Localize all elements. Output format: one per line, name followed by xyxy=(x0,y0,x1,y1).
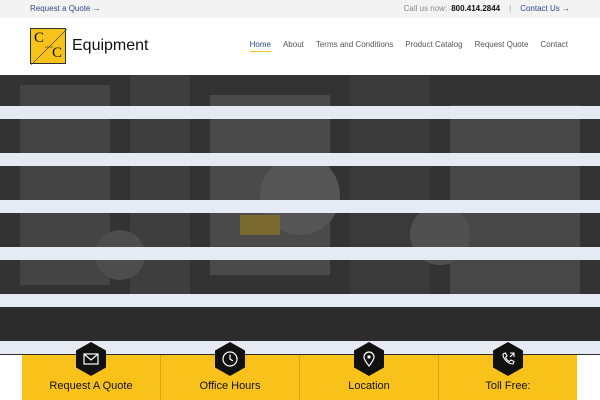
logo-letter-top: C xyxy=(34,30,45,46)
logo-name: Equipment xyxy=(72,37,149,54)
info-item-request-quote[interactable]: Request A Quote xyxy=(22,342,161,400)
request-quote-link[interactable]: Request a Quote → xyxy=(30,4,101,13)
nav-about[interactable]: About xyxy=(283,40,304,52)
site-header: C C Equipment Home About Terms and Condi… xyxy=(0,18,600,75)
hero-banner xyxy=(0,75,600,355)
nav-request-quote[interactable]: Request Quote xyxy=(475,40,529,52)
top-bar: Request a Quote → Call us now: 800.414.2… xyxy=(0,0,600,18)
info-label: Request A Quote xyxy=(49,380,133,392)
separator: | xyxy=(509,4,512,13)
phone-number[interactable]: 800.414.2844 xyxy=(451,4,500,13)
top-bar-contact-info: Call us now: 800.414.2844 | Contact Us → xyxy=(404,4,570,13)
info-item-office-hours[interactable]: Office Hours xyxy=(161,342,300,400)
envelope-icon xyxy=(75,341,107,377)
hero-stripe xyxy=(0,106,600,119)
hero-stripe xyxy=(0,200,600,213)
nav-contact[interactable]: Contact xyxy=(540,40,568,52)
info-label: Location xyxy=(348,380,390,392)
contact-us-link[interactable]: Contact Us → xyxy=(520,4,570,13)
nav-home[interactable]: Home xyxy=(249,40,271,52)
clock-icon xyxy=(214,341,246,377)
info-label: Office Hours xyxy=(199,380,261,392)
info-item-location[interactable]: Location xyxy=(300,342,439,400)
info-bar: Request A Quote Office Hours Location To… xyxy=(22,342,577,400)
hero-stripe xyxy=(0,294,600,307)
info-item-toll-free[interactable]: Toll Free: xyxy=(439,342,577,400)
site-logo[interactable]: C C Equipment xyxy=(30,28,149,65)
nav-terms[interactable]: Terms and Conditions xyxy=(316,40,393,52)
logo-letter-bottom: C xyxy=(51,45,62,61)
phone-icon xyxy=(492,341,524,377)
main-nav: Home About Terms and Conditions Product … xyxy=(238,40,568,52)
map-pin-icon xyxy=(353,341,385,377)
logo-mark: C C xyxy=(30,28,67,65)
call-label: Call us now: xyxy=(403,4,448,13)
nav-product-catalog[interactable]: Product Catalog xyxy=(405,40,462,52)
info-label: Toll Free: xyxy=(485,380,531,392)
hero-stripe xyxy=(0,247,600,260)
hero-stripe xyxy=(0,153,600,166)
